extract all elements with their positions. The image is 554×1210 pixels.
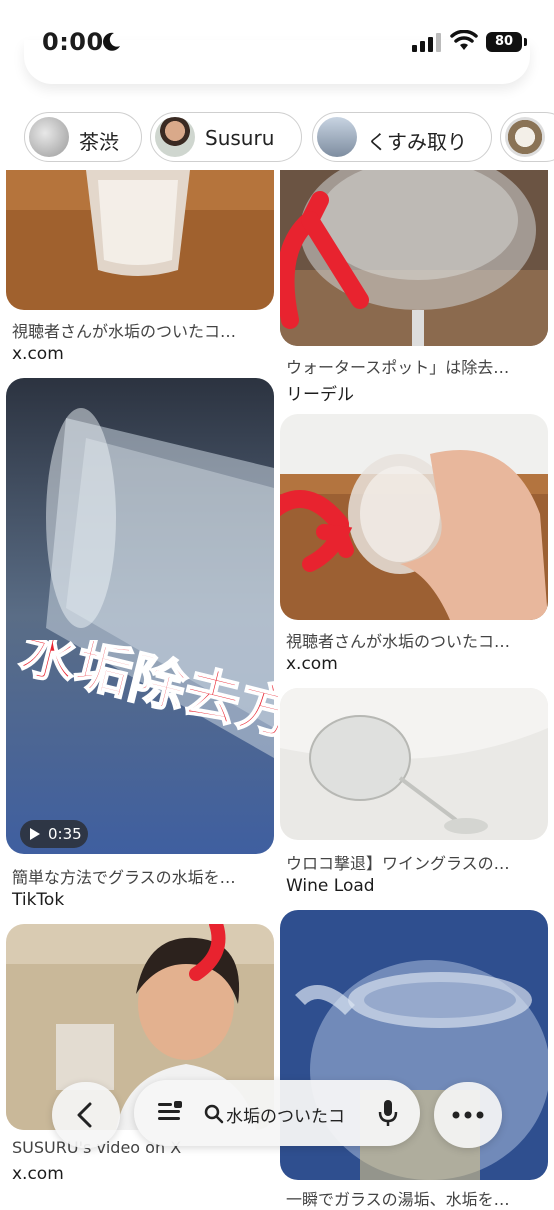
- video-duration-badge: 0:35: [20, 820, 88, 848]
- result-source: x.com: [12, 1164, 64, 1184]
- microphone-icon[interactable]: [378, 1098, 398, 1128]
- result-caption[interactable]: ウォータースポット」は除去…: [286, 354, 546, 378]
- result-video[interactable]: [6, 378, 274, 854]
- chip-label: Susuru: [205, 126, 275, 150]
- cellular-signal-icon: [412, 33, 441, 52]
- result-image[interactable]: [6, 170, 274, 310]
- address-search-bar[interactable]: 水垢のついたコ: [134, 1080, 420, 1146]
- result-source: TikTok: [12, 890, 65, 910]
- result-caption[interactable]: ウロコ撃退】ワイングラスの…: [286, 850, 546, 874]
- chip-susuru[interactable]: Susuru: [150, 112, 302, 162]
- battery-tip: [524, 38, 527, 46]
- more-dots-icon: [452, 1111, 484, 1119]
- clock: 0:00: [42, 28, 104, 56]
- chevron-left-icon: [77, 1102, 92, 1128]
- result-source: Wine Load: [286, 876, 375, 896]
- play-icon: [30, 828, 40, 840]
- duration-text: 0:35: [48, 825, 82, 843]
- chip-label: 茶渋: [79, 130, 119, 154]
- result-source: リーデル: [286, 385, 354, 405]
- result-image[interactable]: [280, 414, 548, 620]
- chip-thumbnail: [29, 117, 69, 157]
- battery-indicator: 80: [486, 32, 522, 52]
- reader-format-icon[interactable]: [156, 1100, 184, 1126]
- hand-glass-photo: [280, 414, 548, 620]
- result-source: x.com: [286, 654, 338, 674]
- search-icon: [204, 1104, 224, 1124]
- wifi-icon: [450, 30, 478, 50]
- chip-thumbnail: [155, 117, 195, 157]
- suggestion-chips: 茶渋 Susuru くすみ取り: [0, 104, 554, 170]
- chip-tea-stain[interactable]: 茶渋: [24, 112, 142, 162]
- chip-label: くすみ取り: [367, 130, 467, 154]
- wine-glass-lying-photo: [280, 688, 548, 840]
- result-caption[interactable]: 視聴者さんが水垢のついたコ…: [286, 628, 546, 652]
- result-image[interactable]: [280, 688, 548, 840]
- glass-photo: [6, 170, 274, 310]
- result-image[interactable]: [280, 170, 548, 346]
- wine-glass-photo: [280, 170, 548, 346]
- search-query-text[interactable]: 水垢のついたコ: [226, 1102, 356, 1127]
- chip-thumbnail: [505, 117, 545, 157]
- status-bar: 0:00 80: [0, 0, 554, 84]
- more-options-button[interactable]: [434, 1082, 502, 1148]
- back-button[interactable]: [52, 1082, 120, 1148]
- moon-icon: [103, 32, 120, 51]
- result-caption[interactable]: 簡単な方法でグラスの水垢を…: [12, 864, 272, 888]
- result-caption[interactable]: 一瞬でガラスの湯垢、水垢を…: [286, 1186, 546, 1210]
- chip-thumbnail: [317, 117, 357, 157]
- result-source: x.com: [12, 344, 64, 364]
- result-caption[interactable]: 視聴者さんが水垢のついたコ…: [12, 318, 272, 342]
- chip-dullness-removal[interactable]: くすみ取り: [312, 112, 492, 162]
- glass-video-thumbnail: [6, 378, 274, 854]
- chip-more[interactable]: [500, 112, 554, 162]
